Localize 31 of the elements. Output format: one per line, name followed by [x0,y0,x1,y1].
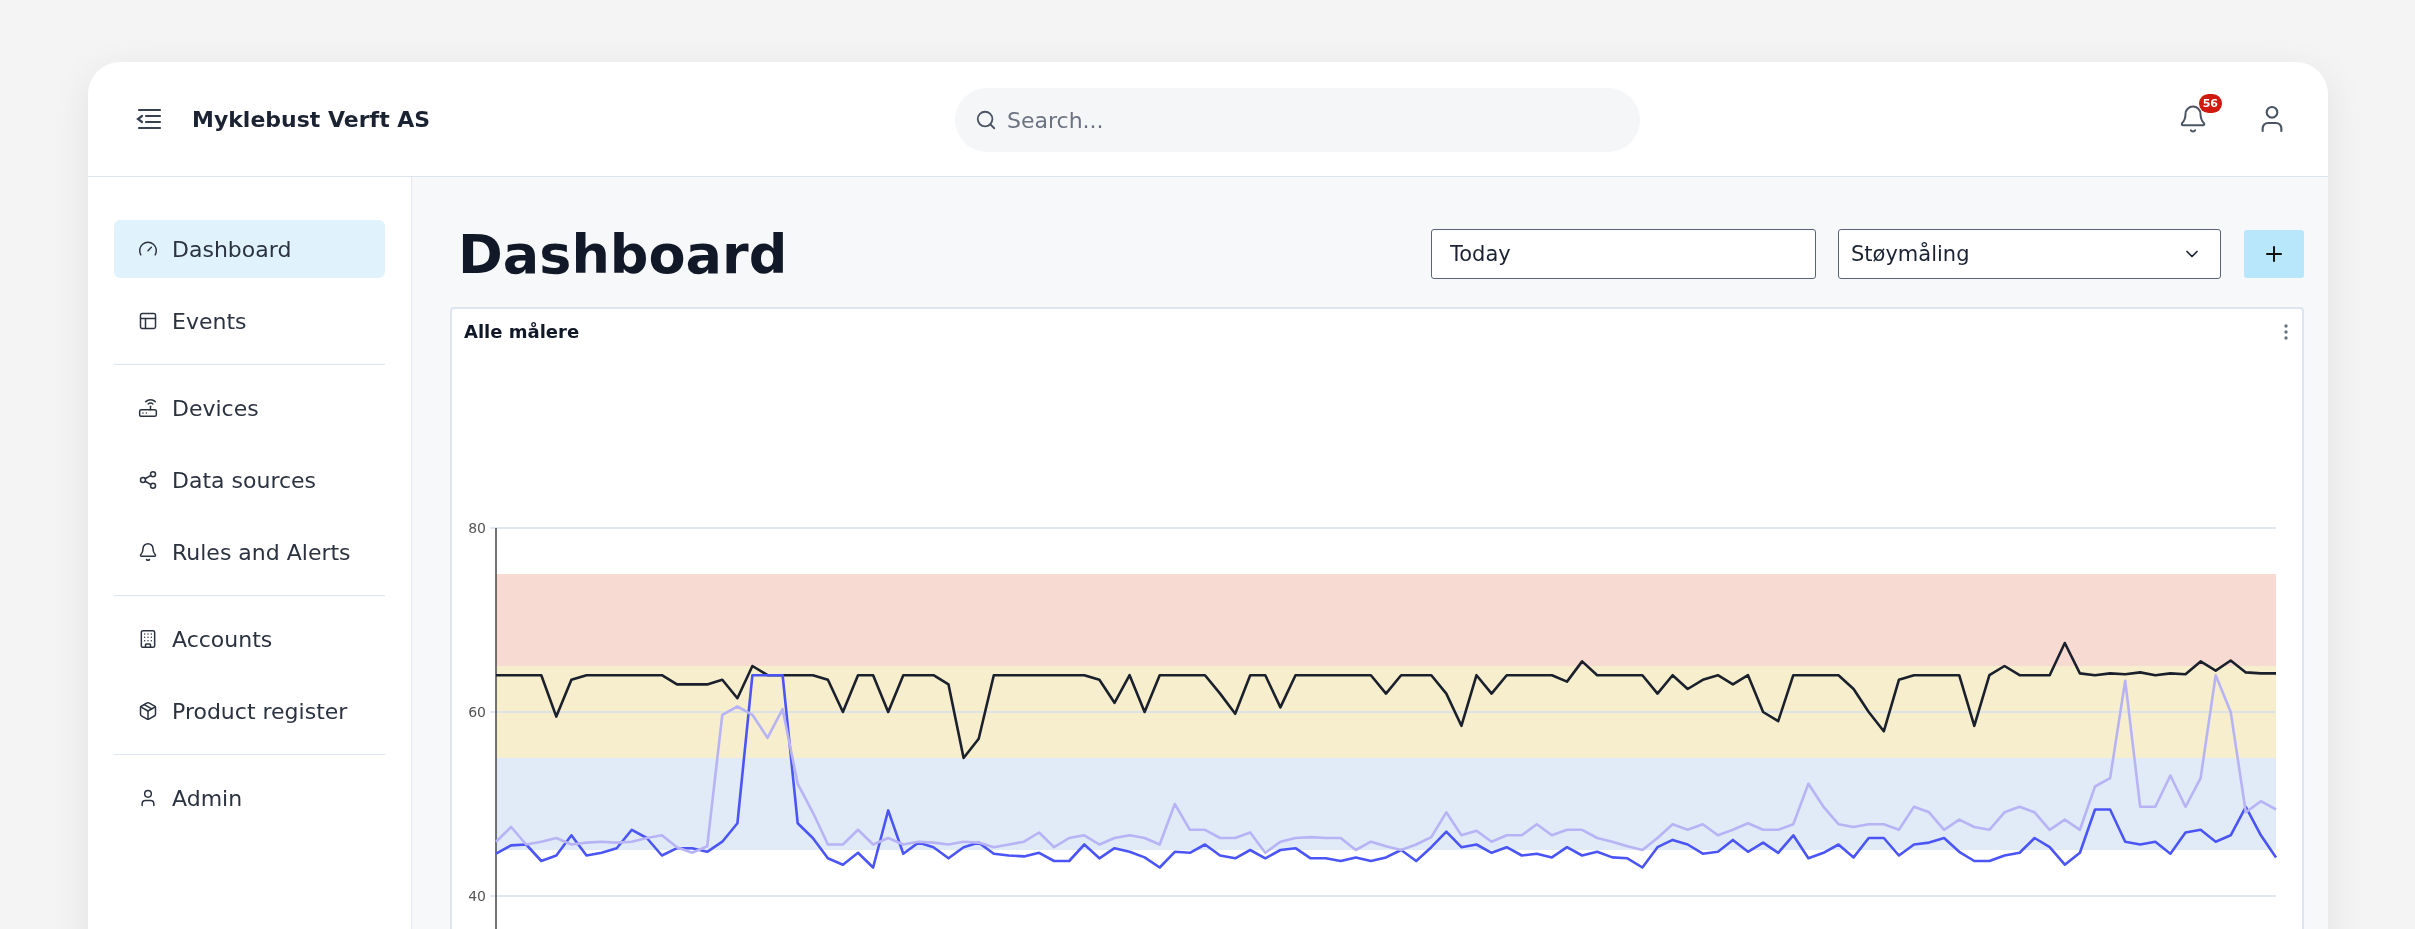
bell-icon [138,542,158,562]
axis-tick-label: 60 [468,704,486,720]
add-button[interactable] [2244,230,2304,278]
sidebar-item[interactable]: Events [114,292,385,350]
search-icon [975,109,997,131]
date-field[interactable]: Today [1431,229,1816,279]
sidebar-item[interactable]: Admin [114,769,385,827]
axis-tick-label: 40 [468,888,486,904]
share-icon [138,470,158,490]
router-icon [138,398,158,418]
sidebar-item[interactable]: Devices [114,379,385,437]
chart-title: Alle målere [464,321,580,342]
menu-collapse-button[interactable] [136,108,162,130]
gauge-icon [138,239,158,259]
sidebar-item[interactable]: Data sources [114,451,385,509]
company-name: Myklebust Verft AS [192,106,431,132]
sidebar-item[interactable]: Dashboard [114,220,385,278]
sidebar-item[interactable]: Rules and Alerts [114,523,385,581]
kebab-icon [2284,323,2288,340]
package-icon [138,701,158,721]
axis-tick-label: 80 [468,520,486,536]
sidebar-item[interactable]: Accounts [114,610,385,668]
search-field[interactable]: Search... [955,88,1640,152]
layout-icon [138,311,158,331]
page-title: Dashboard [458,222,789,286]
sidebar-item[interactable]: Product register [114,682,385,740]
more-button[interactable] [2284,323,2288,340]
building-icon [138,629,158,649]
measurement-select[interactable]: Støymåling [1838,229,2221,279]
notification-count: 56 [2198,94,2222,113]
user-icon [138,788,158,808]
